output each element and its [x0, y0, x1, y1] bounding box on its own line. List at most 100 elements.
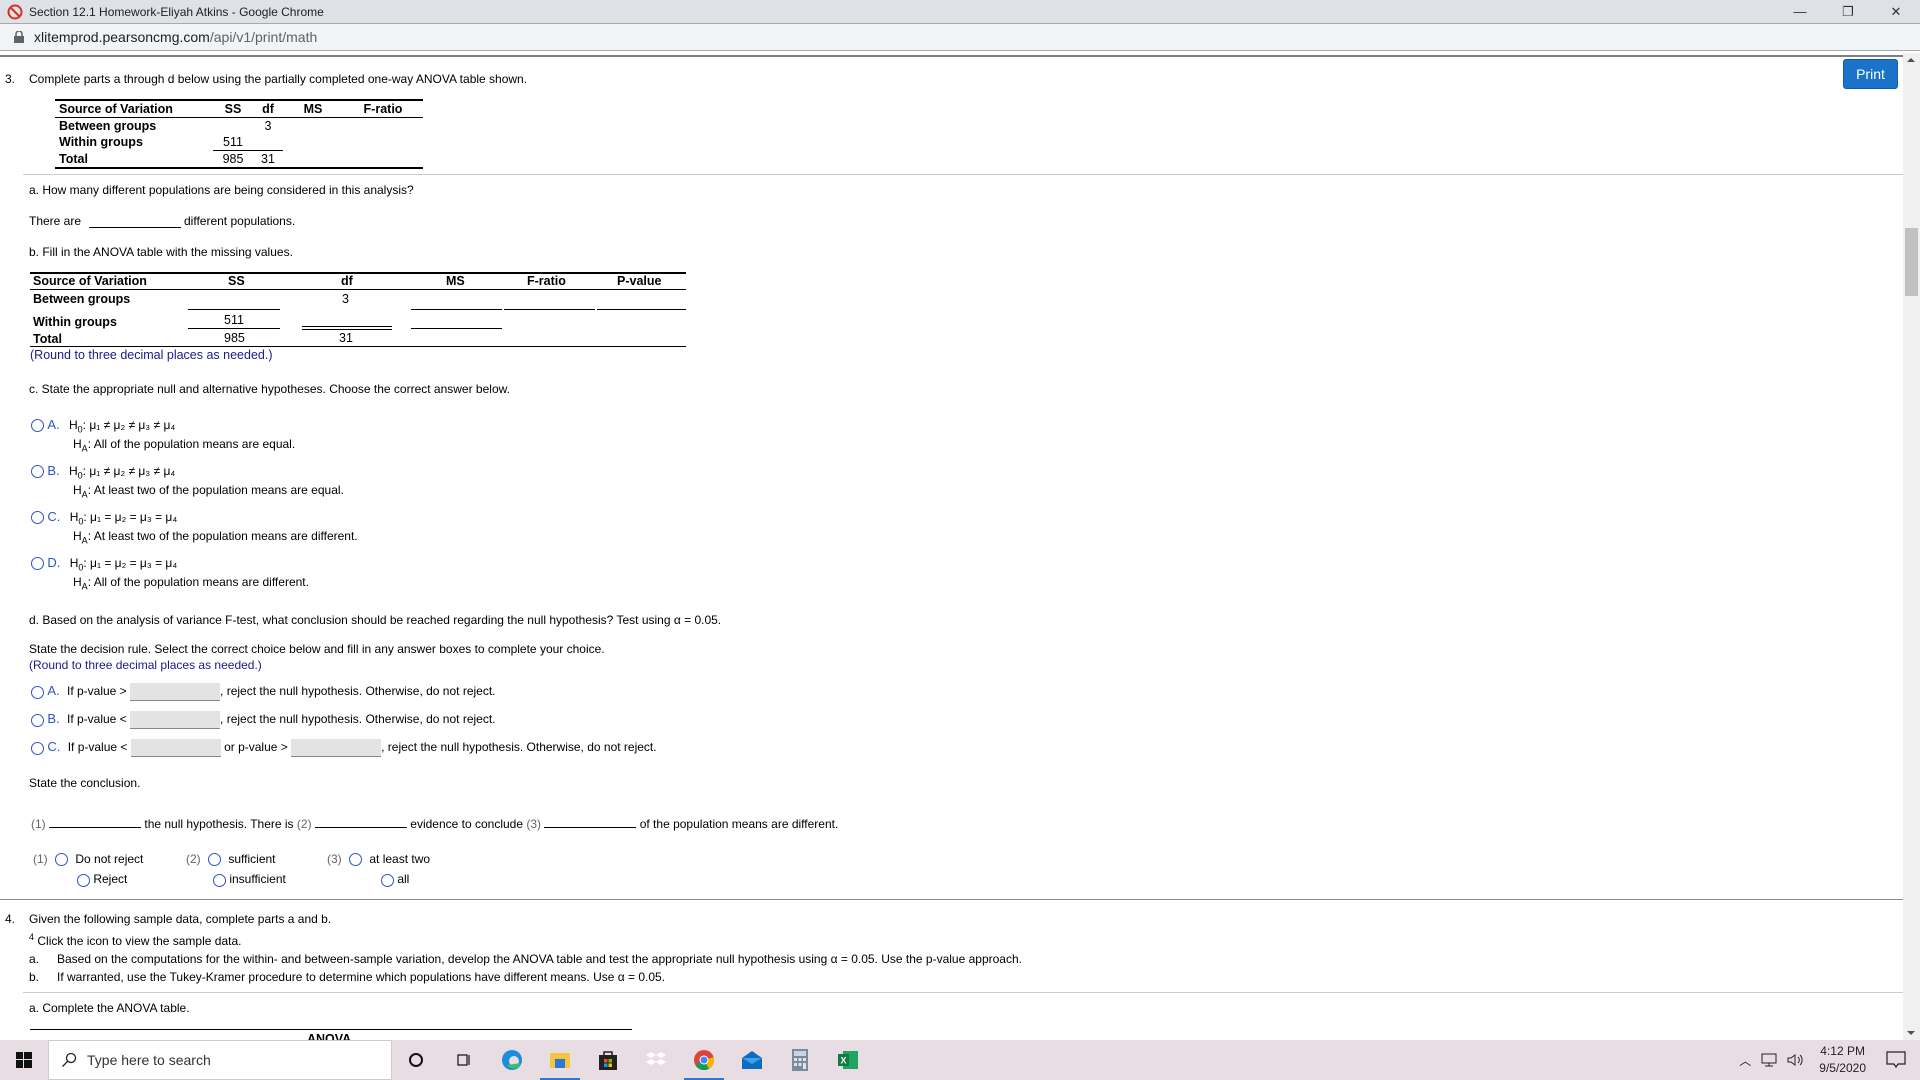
df-cell: 3	[264, 119, 272, 133]
radio-sufficient[interactable]	[208, 853, 222, 867]
radio-at-least-two[interactable]	[349, 853, 363, 867]
page-content: Print 3. Complete parts a through d belo…	[0, 55, 1903, 1040]
option-letter: B.	[47, 463, 60, 478]
mail-button[interactable]	[728, 1040, 776, 1080]
address-bar[interactable]: xlitemprod.pearsoncmg.com/api/v1/print/m…	[0, 23, 1920, 51]
ss-within: 511	[224, 313, 244, 327]
radio-option-b[interactable]	[31, 465, 44, 479]
f-ratio-blank[interactable]	[504, 309, 595, 310]
scroll-down-arrow-icon[interactable]	[1907, 1031, 1915, 1035]
decision-rule-prompt: State the decision rule. Select the corr…	[29, 642, 605, 656]
sample-data-link[interactable]: 4 Click the icon to view the sample data…	[29, 932, 241, 948]
ss-between-blank[interactable]	[188, 309, 280, 310]
question-number: 4.	[5, 912, 16, 926]
minimize-button[interactable]: —	[1776, 0, 1824, 23]
col-header: Source of Variation	[33, 274, 147, 288]
ss-cell: 985	[222, 152, 244, 166]
url-path: /api/v1/print/math	[209, 29, 318, 45]
row-source: Within groups	[33, 315, 117, 329]
edge-button[interactable]	[488, 1040, 536, 1080]
notification-icon[interactable]	[1886, 1051, 1906, 1069]
vertical-scrollbar[interactable]	[1903, 53, 1920, 1040]
option-letter: B.	[47, 711, 60, 727]
cortana-button[interactable]	[392, 1040, 440, 1080]
item-letter: b.	[29, 970, 40, 984]
ms-between-blank[interactable]	[411, 309, 502, 310]
window-title: Section 12.1 Homework-Eliyah Atkins - Go…	[29, 4, 324, 19]
rule-text: If p-value <	[67, 740, 128, 755]
table-top-rule	[30, 1029, 632, 1030]
dropbox-icon	[646, 1052, 666, 1065]
populations-answer-blank[interactable]	[89, 227, 181, 228]
part-a-after: different populations.	[184, 214, 296, 228]
print-button[interactable]: Print	[1843, 59, 1898, 89]
show-hidden-icons-chevron-icon[interactable]: ︿	[1739, 1052, 1751, 1069]
network-icon[interactable]	[1761, 1053, 1779, 1067]
url-host: xlitemprod.pearsoncmg.com	[34, 29, 210, 45]
part-a-question: a. Complete the ANOVA table.	[29, 1001, 190, 1015]
radio-do-not-reject[interactable]	[55, 853, 69, 867]
p-value-threshold-input[interactable]	[130, 683, 221, 701]
ms-within-blank[interactable]	[411, 328, 502, 329]
clock-time: 4:12 PM	[1820, 1044, 1865, 1058]
rule-option-b[interactable]: B. If p-value < , reject the null hypoth…	[31, 711, 496, 729]
radio-option-c[interactable]	[31, 511, 44, 525]
conclusion-sentence: (1) the null hypothesis. There is (2) ev…	[31, 817, 839, 831]
task-view-button[interactable]	[440, 1040, 488, 1080]
close-button[interactable]: ✕	[1872, 0, 1920, 23]
radio-insufficient[interactable]	[213, 873, 226, 887]
conclusion-blank-1[interactable]	[49, 827, 142, 828]
ss-cell	[213, 118, 253, 135]
radio-rule-c[interactable]	[31, 741, 44, 755]
table-row: Between groups 3	[55, 117, 423, 135]
dropbox-button[interactable]	[632, 1040, 680, 1080]
table-row: Total 985 31	[55, 151, 423, 168]
df-within-blank[interactable]	[302, 326, 392, 327]
scroll-up-arrow-icon[interactable]	[1907, 58, 1915, 62]
question-divider	[0, 899, 1903, 900]
row-source: Between groups	[33, 292, 131, 306]
df-total: 31	[339, 331, 353, 345]
rule-text: If p-value >	[66, 684, 127, 699]
radio-reject[interactable]	[77, 873, 90, 887]
radio-option-d[interactable]	[31, 557, 44, 571]
h0-text: μ₁ = μ₂ = μ₃ = μ₄	[90, 556, 178, 570]
col-header: df	[262, 102, 274, 116]
start-button[interactable]	[0, 1040, 48, 1080]
col-header: SS	[224, 102, 242, 116]
excel-icon: X	[838, 1051, 858, 1069]
conclusion-blank-3[interactable]	[544, 827, 637, 828]
p-value-upper-input[interactable]	[291, 739, 382, 757]
clock[interactable]: 4:12 PM 9/5/2020	[1819, 1043, 1866, 1077]
table-row: Within groups 511	[55, 134, 423, 151]
taskbar-search-box[interactable]: Type here to search	[48, 1040, 392, 1080]
excel-button[interactable]: X	[824, 1040, 872, 1080]
radio-rule-b[interactable]	[31, 713, 44, 727]
row-source: Total	[33, 332, 62, 346]
rule-option-a[interactable]: A. If p-value > , reject the null hypoth…	[31, 683, 496, 701]
restore-button[interactable]: ❐	[1824, 0, 1872, 23]
hypothesis-option-b[interactable]: B. H0: μ₁ ≠ μ₂ ≠ μ₃ ≠ μ₄ HA: At least tw…	[31, 463, 344, 500]
p-value-lower-input[interactable]	[130, 739, 221, 757]
store-button[interactable]	[584, 1040, 632, 1080]
file-explorer-button[interactable]	[536, 1040, 584, 1080]
p-value-threshold-input[interactable]	[130, 711, 221, 729]
volume-icon[interactable]	[1787, 1053, 1805, 1067]
rule-option-c[interactable]: C. If p-value < or p-value > , reject th…	[31, 739, 657, 757]
radio-option-a[interactable]	[31, 419, 44, 433]
rule-text: , reject the null hypothesis. Otherwise,…	[220, 712, 496, 727]
chrome-button[interactable]	[680, 1040, 728, 1080]
radio-all[interactable]	[381, 873, 394, 887]
conclusion-blank-2[interactable]	[314, 827, 407, 828]
p-value-blank[interactable]	[597, 309, 686, 310]
calculator-button[interactable]	[776, 1040, 824, 1080]
option-letter: A.	[47, 417, 60, 432]
scrollbar-thumb[interactable]	[1905, 228, 1918, 296]
hypothesis-option-d[interactable]: D. H0: μ₁ = μ₂ = μ₃ = μ₄ HA: All of the …	[31, 555, 309, 592]
calculator-icon	[792, 1049, 808, 1071]
col-header: df	[341, 274, 353, 288]
hypothesis-option-a[interactable]: A. H0: μ₁ ≠ μ₂ ≠ μ₃ ≠ μ₄ HA: All of the …	[31, 417, 295, 454]
radio-rule-a[interactable]	[31, 685, 44, 699]
hypothesis-option-c[interactable]: C. H0: μ₁ = μ₂ = μ₃ = μ₄ HA: At least tw…	[31, 509, 358, 546]
choice-group-2: (2) sufficient insufficient	[186, 852, 286, 887]
